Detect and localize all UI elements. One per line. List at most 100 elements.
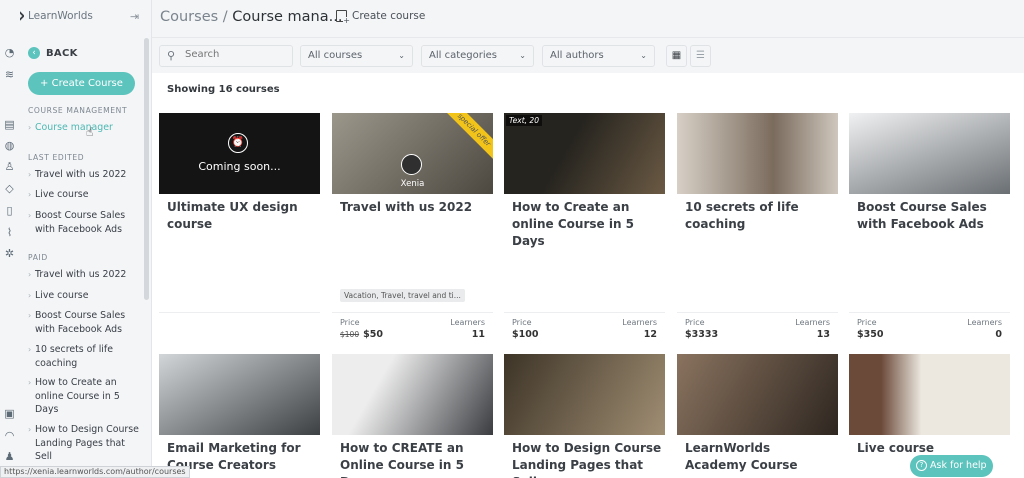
ask-for-help-label: Ask for help: [930, 460, 987, 471]
course-thumbnail[interactable]: [677, 113, 838, 194]
course-title[interactable]: Travel with us 2022: [340, 199, 490, 216]
breadcrumb-root[interactable]: Courses: [160, 9, 218, 25]
sidebar-item-live-course[interactable]: Live course: [28, 188, 140, 202]
learners-count: 13: [816, 329, 830, 340]
sidebar-item-travel[interactable]: Travel with us 2022: [28, 268, 140, 282]
sidebar-item-create-online[interactable]: How to Create an online Course in 5 Days: [28, 376, 140, 417]
learners-label: Learners: [795, 318, 830, 327]
authors-select[interactable]: All authors ⌄: [542, 45, 655, 67]
course-title[interactable]: Ultimate UX design course: [167, 199, 317, 233]
course-thumbnail[interactable]: [677, 354, 838, 435]
courses-select[interactable]: All courses ⌄: [300, 45, 413, 67]
learners-label: Learners: [622, 318, 657, 327]
logout-icon[interactable]: ⇥: [130, 11, 142, 23]
course-thumbnail[interactable]: [332, 354, 493, 435]
course-card[interactable]: How to Design Course Landing Pages that …: [504, 354, 665, 478]
icon-rail: ◔ ≋ ▤ ◍ ♙ ◇ ▯ ⌇ ✲ ▣ ◠ ♟: [0, 0, 20, 478]
add-document-icon: [336, 10, 350, 25]
chevron-down-icon: ⌄: [398, 51, 405, 60]
user-settings-icon[interactable]: ♟: [3, 450, 16, 463]
course-title[interactable]: LearnWorlds Academy Course: [685, 440, 835, 474]
table-icon[interactable]: ▤: [3, 118, 16, 131]
course-title[interactable]: Boost Course Sales with Facebook Ads: [857, 199, 1007, 233]
header-create-label: Create course: [352, 10, 426, 22]
course-card[interactable]: 10 secrets of life coaching Price Learne…: [677, 113, 838, 343]
course-title[interactable]: How to Design Course Landing Pages that …: [512, 440, 662, 478]
sidebar-item-live-course[interactable]: Live course: [28, 289, 140, 303]
sidebar-item-travel[interactable]: Travel with us 2022: [28, 168, 140, 182]
sidebar-item-course-manager[interactable]: Course manager: [28, 121, 140, 135]
sidebar-scrollbar[interactable]: [144, 38, 149, 300]
course-thumbnail[interactable]: [849, 354, 1010, 435]
categories-select[interactable]: All categories ⌄: [421, 45, 534, 67]
learners-label: Learners: [967, 318, 1002, 327]
header: Courses / Course mana... Create course: [152, 0, 1024, 37]
search-box[interactable]: ⚲: [159, 45, 293, 67]
list-view-button[interactable]: ☰: [690, 45, 711, 67]
course-card[interactable]: How to CREATE an Online Course in 5 Days: [332, 354, 493, 478]
course-price: $3333: [685, 329, 719, 340]
course-price: $100: [512, 329, 539, 340]
search-input[interactable]: [185, 49, 285, 60]
compass-icon[interactable]: ◔: [3, 46, 16, 59]
course-title[interactable]: 10 secrets of life coaching: [685, 199, 835, 233]
sidebar-item-boost-course[interactable]: Boost Course Sales with Facebook Ads: [28, 309, 140, 336]
author-avatar: [401, 154, 422, 175]
filter-bar: ⚲ All courses ⌄ All categories ⌄ All aut…: [152, 37, 1024, 73]
briefcase-icon[interactable]: ▣: [3, 407, 16, 420]
sidebar-item-life-coaching[interactable]: 10 secrets of life coaching: [28, 343, 140, 370]
course-card[interactable]: Email Marketing for Course Creators: [159, 354, 320, 478]
course-thumbnail[interactable]: ⏰ Coming soon...: [159, 113, 320, 194]
section-title-course-management: COURSE MANAGEMENT: [28, 106, 128, 115]
course-title[interactable]: How to CREATE an Online Course in 5 Days: [340, 440, 490, 478]
header-create-course-link[interactable]: Create course: [336, 10, 426, 25]
globe-icon[interactable]: ◍: [3, 139, 16, 152]
brand-name: LearnWorlds: [28, 10, 93, 22]
learners-count: 12: [643, 329, 657, 340]
section-title-paid: PAID: [28, 253, 48, 262]
course-thumbnail[interactable]: Text, 20: [504, 113, 665, 194]
author-name: Xenia: [400, 179, 425, 189]
breadcrumb-separator: /: [218, 9, 233, 25]
coming-soon-overlay: ⏰ Coming soon...: [159, 113, 320, 194]
course-card[interactable]: special offer Xenia Travel with us 2022 …: [332, 113, 493, 343]
ask-for-help-button[interactable]: ? Ask for help: [910, 455, 993, 477]
courses-panel: Showing 16 courses ⏰ Coming soon... Ulti…: [152, 73, 1024, 478]
course-thumbnail[interactable]: [849, 113, 1010, 194]
price-label: Price: [685, 318, 705, 327]
breadcrumb-current: Course mana...: [232, 9, 343, 25]
learners-count: 0: [995, 329, 1002, 340]
course-thumbnail[interactable]: [504, 354, 665, 435]
settings-icon[interactable]: ✲: [3, 247, 16, 260]
back-button[interactable]: ‹ BACK: [28, 47, 78, 59]
back-label: BACK: [46, 47, 78, 59]
price-label: Price: [857, 318, 877, 327]
course-thumbnail[interactable]: [159, 354, 320, 435]
course-card[interactable]: Text, 20 How to Create an online Course …: [504, 113, 665, 343]
section-title-last-edited: LAST EDITED: [28, 153, 85, 162]
pointer-cursor-icon: ☝: [86, 125, 94, 139]
create-course-button[interactable]: + Create Course: [28, 72, 135, 95]
alarm-clock-icon: ⏰: [228, 133, 248, 153]
chevron-left-icon: ‹: [28, 47, 40, 59]
headset-icon[interactable]: ◠: [3, 429, 16, 442]
course-card[interactable]: ⏰ Coming soon... Ultimate UX design cour…: [159, 113, 320, 343]
course-thumbnail[interactable]: special offer Xenia: [332, 113, 493, 194]
tag-icon[interactable]: ◇: [3, 182, 16, 195]
mobile-icon[interactable]: ▯: [3, 204, 16, 217]
grid-view-button[interactable]: ▦: [666, 45, 687, 67]
chart-icon[interactable]: ⌇: [3, 226, 16, 239]
course-card[interactable]: LearnWorlds Academy Course: [677, 354, 838, 478]
course-price: $350: [857, 329, 884, 340]
grid-icon: ▦: [671, 50, 682, 61]
card-divider: [159, 312, 320, 313]
course-title[interactable]: How to Create an online Course in 5 Days: [512, 199, 662, 250]
wifi-icon[interactable]: ≋: [3, 68, 16, 81]
help-question-icon: ?: [916, 460, 927, 471]
sidebar-item-design-landing[interactable]: How to Design Course Landing Pages that …: [28, 423, 140, 464]
learners-label: Learners: [450, 318, 485, 327]
users-icon[interactable]: ♙: [3, 160, 16, 173]
course-card[interactable]: Boost Course Sales with Facebook Ads Pri…: [849, 113, 1010, 343]
sidebar-item-boost-course[interactable]: Boost Course Sales with Facebook Ads: [28, 209, 140, 236]
card-divider: [332, 312, 493, 313]
